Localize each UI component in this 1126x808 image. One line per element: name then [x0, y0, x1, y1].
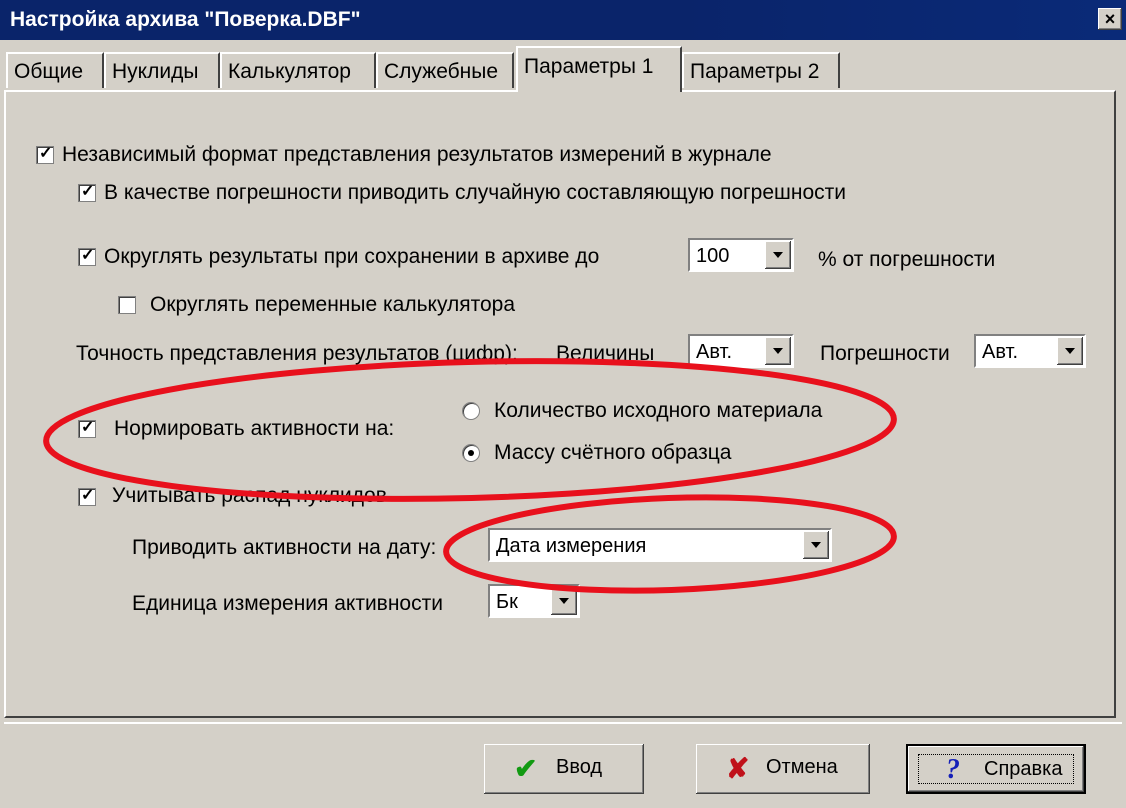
cross-icon: ✘: [726, 753, 750, 784]
tab-parameters-1[interactable]: Параметры 1: [516, 46, 682, 92]
footer-divider: [4, 722, 1122, 724]
ok-label: Ввод: [556, 756, 603, 778]
question-icon: ?: [946, 754, 960, 785]
annotation-overlay: [43, 358, 897, 594]
help-label: Справка: [984, 758, 1063, 780]
annotation-ellipse-normalize: [43, 358, 897, 502]
ok-button[interactable]: ✔ Ввод: [484, 744, 644, 794]
annotation-ellipse-date: [443, 494, 897, 594]
help-button[interactable]: ? Справка: [906, 744, 1086, 794]
cancel-label: Отмена: [766, 756, 838, 778]
cancel-button[interactable]: ✘ Отмена: [696, 744, 870, 794]
checkmark-icon: ✔: [514, 753, 538, 784]
